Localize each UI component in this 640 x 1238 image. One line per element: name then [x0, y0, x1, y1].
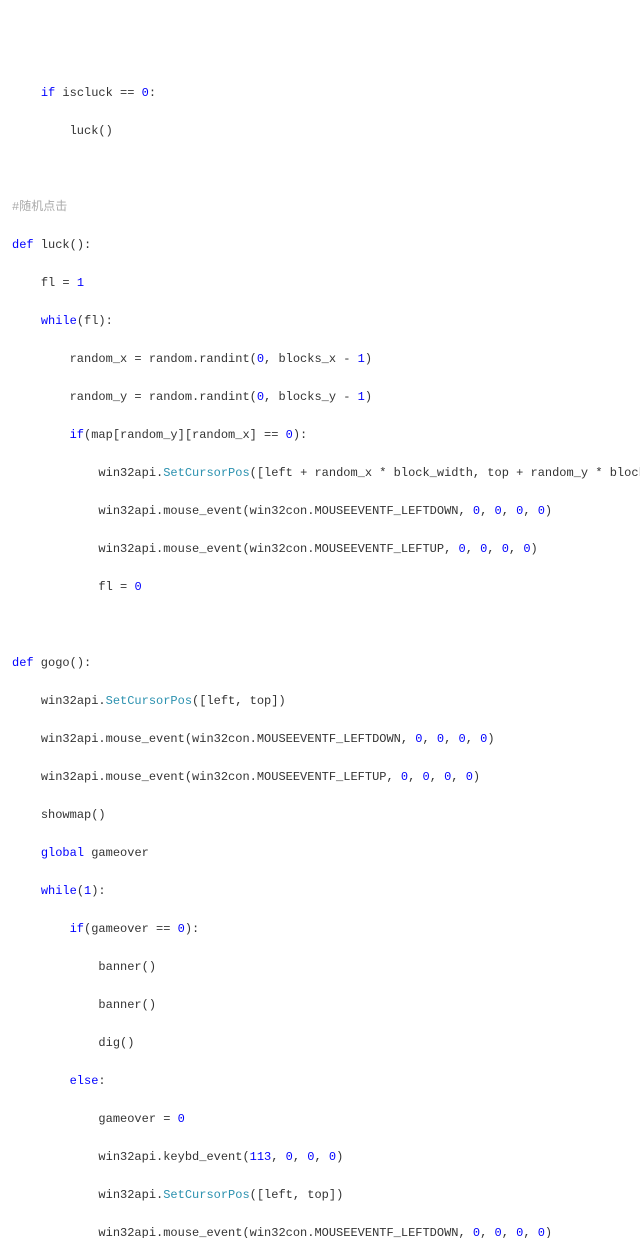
code-line: luck(): [12, 122, 640, 141]
code-line: global gameover: [12, 844, 640, 863]
code-line: win32api.keybd_event(113, 0, 0, 0): [12, 1148, 640, 1167]
code-line: fl = 0: [12, 578, 640, 597]
code-line: banner(): [12, 958, 640, 977]
code-line: random_y = random.randint(0, blocks_y - …: [12, 388, 640, 407]
code-line: else:: [12, 1072, 640, 1091]
code-line: win32api.SetCursorPos([left + random_x *…: [12, 464, 640, 483]
code-line: def gogo():: [12, 654, 640, 673]
code-line: win32api.mouse_event(win32con.MOUSEEVENT…: [12, 1224, 640, 1238]
code-line: [12, 160, 640, 179]
code-line: while(1):: [12, 882, 640, 901]
code-line: win32api.mouse_event(win32con.MOUSEEVENT…: [12, 768, 640, 787]
code-line: win32api.SetCursorPos([left, top]): [12, 1186, 640, 1205]
code-line: showmap(): [12, 806, 640, 825]
code-line: win32api.mouse_event(win32con.MOUSEEVENT…: [12, 540, 640, 559]
code-line: win32api.SetCursorPos([left, top]): [12, 692, 640, 711]
code-line: if(gameover == 0):: [12, 920, 640, 939]
code-line: if(map[random_y][random_x] == 0):: [12, 426, 640, 445]
code-line: win32api.mouse_event(win32con.MOUSEEVENT…: [12, 502, 640, 521]
code-line: win32api.mouse_event(win32con.MOUSEEVENT…: [12, 730, 640, 749]
code-line: banner(): [12, 996, 640, 1015]
code-comment: #随机点击: [12, 198, 640, 217]
code-line: while(fl):: [12, 312, 640, 331]
code-line: random_x = random.randint(0, blocks_x - …: [12, 350, 640, 369]
code-line: dig(): [12, 1034, 640, 1053]
code-line: gameover = 0: [12, 1110, 640, 1129]
code-line: def luck():: [12, 236, 640, 255]
code-line: fl = 1: [12, 274, 640, 293]
code-line: if iscluck == 0:: [12, 84, 640, 103]
